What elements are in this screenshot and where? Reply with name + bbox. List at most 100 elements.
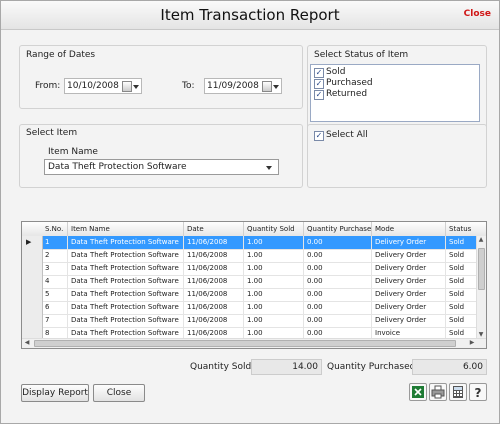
cell-item-name: Data Theft Protection Software (68, 275, 184, 288)
column-header[interactable]: Quantity Sold (244, 222, 304, 236)
cell-date: 11/06/2008 (184, 301, 244, 314)
vertical-scrollbar[interactable]: ▲ ▼ (476, 236, 486, 339)
help-icon[interactable]: ? (469, 383, 487, 401)
cell-quantity-purchased: 0.00 (304, 262, 372, 275)
display-report-button[interactable]: Display Report (21, 384, 89, 402)
row-selector[interactable]: ▶ (22, 236, 43, 249)
scrollbar-thumb[interactable] (34, 340, 456, 347)
select-item-group: Select Item Item Name Data Theft Protect… (19, 124, 303, 188)
svg-text:?: ? (475, 386, 482, 400)
cell-status: Sold (449, 316, 465, 324)
row-selector[interactable] (22, 301, 43, 314)
table-row[interactable]: 4 Data Theft Protection Software 11/06/2… (22, 275, 476, 289)
cell-status: Sold (449, 251, 465, 259)
chevron-down-icon[interactable] (273, 85, 279, 89)
cell-sno: 2 (42, 249, 68, 262)
table-row[interactable]: ▶ 1 Data Theft Protection Software 11/06… (22, 236, 476, 250)
quantity-purchased-total: 6.00 (412, 359, 487, 375)
column-header[interactable]: Mode (372, 222, 446, 236)
from-date-value: 10/10/2008 (67, 81, 119, 91)
cell-quantity-purchased: 0.00 (304, 236, 372, 249)
cell-quantity-sold: 1.00 (244, 301, 304, 314)
excel-icon[interactable] (409, 383, 427, 401)
from-date-field[interactable]: 10/10/2008 (64, 78, 142, 94)
item-name-dropdown[interactable]: Data Theft Protection Software (44, 159, 279, 175)
cell-mode: Delivery Order (372, 249, 446, 262)
column-header[interactable]: Item Name (68, 222, 184, 236)
cell-quantity-sold: 1.00 (244, 275, 304, 288)
cell-status: Sold (449, 264, 465, 272)
table-row[interactable]: 3 Data Theft Protection Software 11/06/2… (22, 262, 476, 276)
cell-item-name: Data Theft Protection Software (68, 236, 184, 249)
calculator-icon[interactable] (449, 383, 467, 401)
cell-status: Sold (449, 290, 465, 298)
row-selector[interactable] (22, 314, 43, 327)
calendar-icon[interactable] (122, 81, 132, 92)
status-checkbox-sold[interactable]: ✓ (314, 68, 324, 78)
horizontal-scrollbar[interactable]: ◀ ▶ (22, 338, 486, 348)
status-checkbox-purchased[interactable]: ✓ (314, 79, 324, 89)
row-pointer-icon: ▶ (26, 238, 32, 246)
cell-item-name: Data Theft Protection Software (68, 314, 184, 327)
table-row[interactable]: 6 Data Theft Protection Software 11/06/2… (22, 301, 476, 315)
row-selector[interactable] (22, 249, 43, 262)
row-selector[interactable] (22, 288, 43, 301)
select-item-label: Select Item (26, 128, 78, 138)
cell-mode: Delivery Order (372, 262, 446, 275)
scroll-left-icon[interactable]: ◀ (23, 339, 31, 347)
cell-status: Sold (449, 277, 465, 285)
cell-date: 11/06/2008 (184, 314, 244, 327)
cell-sno: 3 (42, 262, 68, 275)
scroll-right-icon[interactable]: ▶ (468, 339, 476, 347)
cell-quantity-purchased: 0.00 (304, 301, 372, 314)
date-range-group: Range of Dates From: 10/10/2008 To: 11/0… (19, 45, 303, 109)
cell-sno: 1 (42, 236, 68, 249)
row-selector[interactable] (22, 275, 43, 288)
date-range-label: Range of Dates (26, 50, 96, 60)
cell-quantity-purchased: 0.00 (304, 275, 372, 288)
table-row[interactable]: 7 Data Theft Protection Software 11/06/2… (22, 314, 476, 328)
quantity-sold-label: Quantity Sold (190, 362, 252, 372)
cell-mode: Delivery Order (372, 236, 446, 249)
window-title: Item Transaction Report (160, 6, 340, 24)
cell-mode: Delivery Order (372, 275, 446, 288)
item-name-label: Item Name (48, 147, 98, 157)
cell-mode: Delivery Order (372, 301, 446, 314)
cell-quantity-sold: 1.00 (244, 314, 304, 327)
status-label-sold: Sold (326, 67, 346, 77)
column-header[interactable]: Status (446, 222, 479, 236)
status-label-purchased: Purchased (326, 78, 373, 88)
status-checkbox-returned[interactable]: ✓ (314, 90, 324, 100)
row-selector[interactable] (22, 262, 43, 275)
cell-item-name: Data Theft Protection Software (68, 249, 184, 262)
chevron-down-icon[interactable] (266, 166, 272, 170)
table-row[interactable]: 2 Data Theft Protection Software 11/06/2… (22, 249, 476, 263)
calendar-icon[interactable] (262, 81, 272, 92)
status-label-returned: Returned (326, 89, 368, 99)
scrollbar-thumb[interactable] (478, 248, 485, 290)
scroll-up-icon[interactable]: ▲ (477, 236, 485, 244)
cell-quantity-purchased: 0.00 (304, 249, 372, 262)
print-icon[interactable] (429, 383, 447, 401)
select-all-checkbox[interactable]: ✓ (314, 131, 324, 141)
cell-quantity-sold: 1.00 (244, 262, 304, 275)
cell-quantity-sold: 1.00 (244, 249, 304, 262)
column-header[interactable]: Quantity Purchased (304, 222, 372, 236)
to-date-field[interactable]: 11/09/2008 (204, 78, 282, 94)
cell-item-name: Data Theft Protection Software (68, 301, 184, 314)
cell-status: Sold (449, 303, 465, 311)
cell-sno: 5 (42, 288, 68, 301)
close-window-link[interactable]: Close (464, 9, 491, 19)
title-bar: Item Transaction Report Close (1, 1, 499, 30)
chevron-down-icon[interactable] (133, 85, 139, 89)
column-header[interactable]: S.No. (42, 222, 68, 236)
cell-date: 11/06/2008 (184, 249, 244, 262)
column-header[interactable]: Date (184, 222, 244, 236)
from-label: From: (35, 81, 61, 91)
quantity-sold-total: 14.00 (251, 359, 322, 375)
status-group-label: Select Status of Item (314, 50, 409, 60)
table-row[interactable]: 5 Data Theft Protection Software 11/06/2… (22, 288, 476, 302)
status-group: Select Status of Item ✓ Sold ✓ Purchased… (307, 45, 487, 131)
cell-status: Sold (449, 238, 465, 246)
close-button[interactable]: Close (93, 384, 145, 402)
